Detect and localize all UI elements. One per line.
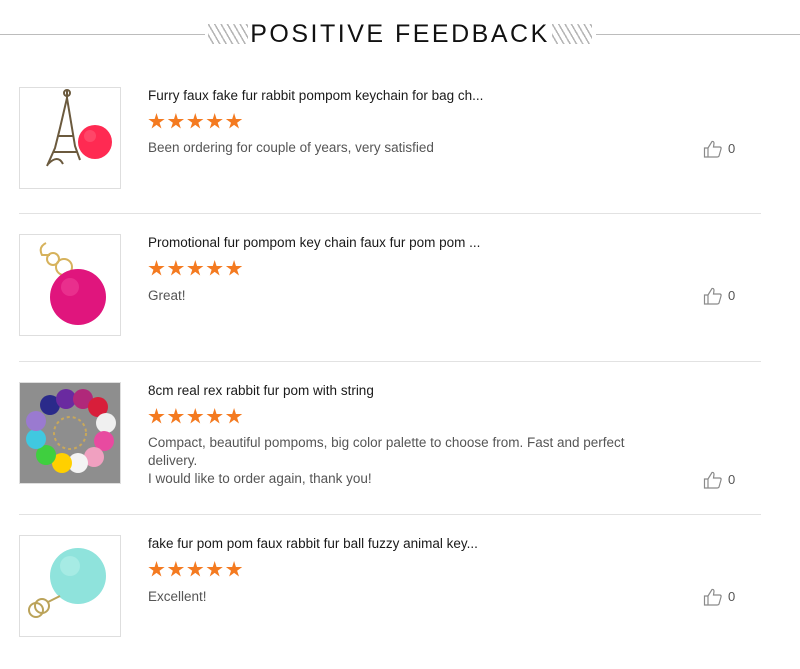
feedback-header: POSITIVE FEEDBACK — [0, 14, 800, 58]
product-image[interactable] — [19, 87, 121, 189]
header-line-left — [0, 34, 205, 35]
star-rating — [148, 561, 245, 579]
thumbs-up-icon — [703, 140, 722, 158]
product-title-link[interactable]: fake fur pom pom faux rabbit fur ball fu… — [148, 536, 478, 551]
like-count: 0 — [728, 141, 736, 156]
star-icon — [148, 260, 165, 276]
product-image[interactable] — [19, 234, 121, 336]
product-image[interactable] — [19, 535, 121, 637]
star-icon — [148, 408, 165, 424]
star-icon — [187, 113, 204, 129]
header-hatch-left — [208, 24, 248, 44]
review-comment: Excellent! — [148, 589, 207, 604]
like-count: 0 — [728, 472, 736, 487]
star-icon — [206, 561, 223, 577]
review-divider — [19, 514, 761, 515]
thumbs-up-icon — [703, 588, 722, 606]
star-icon — [206, 408, 223, 424]
star-icon — [225, 260, 243, 276]
review-divider — [19, 361, 761, 362]
star-rating — [148, 113, 245, 131]
star-icon — [206, 113, 223, 129]
thumbs-up-icon — [703, 287, 722, 305]
header-line-right — [596, 34, 800, 35]
review-comment: Been ordering for couple of years, very … — [148, 140, 434, 155]
product-image[interactable] — [19, 382, 121, 484]
star-icon — [225, 561, 243, 577]
star-icon — [148, 113, 165, 129]
star-icon — [187, 561, 204, 577]
review-divider — [19, 213, 761, 214]
star-icon — [225, 113, 243, 129]
star-icon — [167, 113, 185, 129]
star-icon — [187, 408, 204, 424]
like-count: 0 — [728, 288, 736, 303]
like-count: 0 — [728, 589, 736, 604]
star-icon — [167, 561, 185, 577]
product-title-link[interactable]: Promotional fur pompom key chain faux fu… — [148, 235, 480, 250]
product-title-link[interactable]: 8cm real rex rabbit fur pom with string — [148, 383, 374, 398]
thumbs-up-icon — [703, 471, 722, 489]
star-icon — [167, 408, 185, 424]
star-rating — [148, 408, 245, 426]
star-rating — [148, 260, 245, 278]
star-icon — [225, 408, 243, 424]
review-comment: Great! — [148, 288, 186, 303]
star-icon — [148, 561, 165, 577]
review-comment: Compact, beautiful pompoms, big color pa… — [148, 435, 625, 486]
page-title: POSITIVE FEEDBACK — [250, 20, 550, 48]
star-icon — [167, 260, 185, 276]
header-hatch-right — [552, 24, 592, 44]
product-title-link[interactable]: Furry faux fake fur rabbit pompom keycha… — [148, 88, 483, 103]
star-icon — [187, 260, 204, 276]
star-icon — [206, 260, 223, 276]
